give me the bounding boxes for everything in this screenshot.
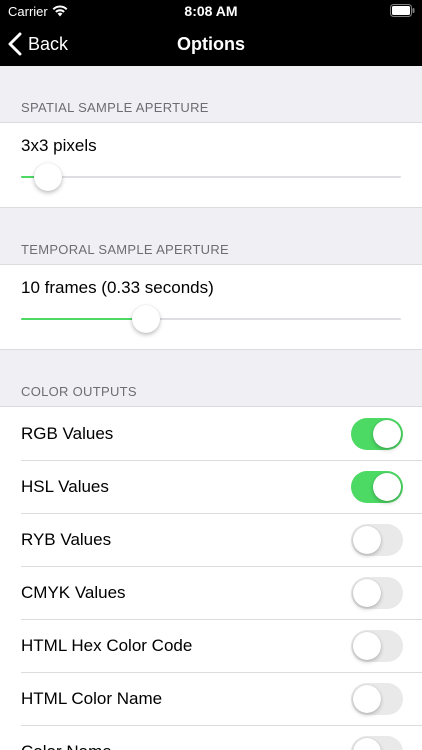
section-header-color-outputs: COLOR OUTPUTS xyxy=(21,384,137,399)
toggle-switch[interactable] xyxy=(351,736,403,750)
toggle-label: RYB Values xyxy=(21,530,112,549)
toggle-row: Color Name xyxy=(0,725,422,750)
toggle-label: HTML Color Name xyxy=(21,689,163,708)
temporal-section: 10 frames (0.33 seconds) xyxy=(0,264,422,350)
toggle-row: HTML Color Name xyxy=(0,672,422,725)
spatial-slider-cell: 3x3 pixels xyxy=(0,123,422,207)
toggle-label: RGB Values xyxy=(21,424,114,443)
toggle-label: Color Name xyxy=(21,742,112,750)
toggle-label: HSL Values xyxy=(21,477,109,496)
toggle-switch[interactable] xyxy=(351,524,403,556)
section-header-temporal: TEMPORAL SAMPLE APERTURE xyxy=(21,242,230,257)
spatial-value-label: 3x3 pixels xyxy=(21,136,97,155)
status-bar: Carrier 8:08 AM xyxy=(0,0,422,22)
switch-knob xyxy=(353,738,381,750)
toggle-row: HTML Hex Color Code xyxy=(0,619,422,672)
toggle-switch[interactable] xyxy=(351,683,403,715)
toggle-switch[interactable] xyxy=(351,471,403,503)
toggle-row: HSL Values xyxy=(0,460,422,513)
options-list: SPATIAL SAMPLE APERTURE 3x3 pixels TEMPO… xyxy=(0,66,422,750)
section-header-spatial: SPATIAL SAMPLE APERTURE xyxy=(21,100,209,115)
slider-thumb[interactable] xyxy=(33,163,62,191)
slider-fill xyxy=(21,318,147,320)
color-outputs-section: RGB Values HSL Values RYB Values CMYK Value… xyxy=(0,406,422,750)
toggle-label: HTML Hex Color Code xyxy=(21,636,193,655)
toggle-row: RGB Values xyxy=(0,407,422,460)
toggle-label: CMYK Values xyxy=(21,583,126,602)
toggle-switch[interactable] xyxy=(351,418,403,450)
toggle-switch[interactable] xyxy=(351,577,403,609)
switch-knob xyxy=(353,632,381,660)
switch-knob xyxy=(373,473,401,501)
toggle-row: CMYK Values xyxy=(0,566,422,619)
temporal-value-label: 10 frames (0.33 seconds) xyxy=(21,278,214,297)
toggle-switch[interactable] xyxy=(351,630,403,662)
slider-thumb[interactable] xyxy=(132,305,161,333)
status-time: 8:08 AM xyxy=(184,3,238,19)
battery-icon xyxy=(390,4,415,17)
navigation-bar: Back Options xyxy=(0,22,422,66)
page-title: Options xyxy=(177,34,245,54)
spatial-slider[interactable] xyxy=(21,163,401,191)
toggle-row: RYB Values xyxy=(0,513,422,566)
switch-knob xyxy=(373,420,401,448)
temporal-slider[interactable] xyxy=(21,305,401,333)
switch-knob xyxy=(353,685,381,713)
switch-knob xyxy=(353,579,381,607)
switch-knob xyxy=(353,526,381,554)
spatial-section: 3x3 pixels xyxy=(0,122,422,208)
temporal-slider-cell: 10 frames (0.33 seconds) xyxy=(0,265,422,349)
